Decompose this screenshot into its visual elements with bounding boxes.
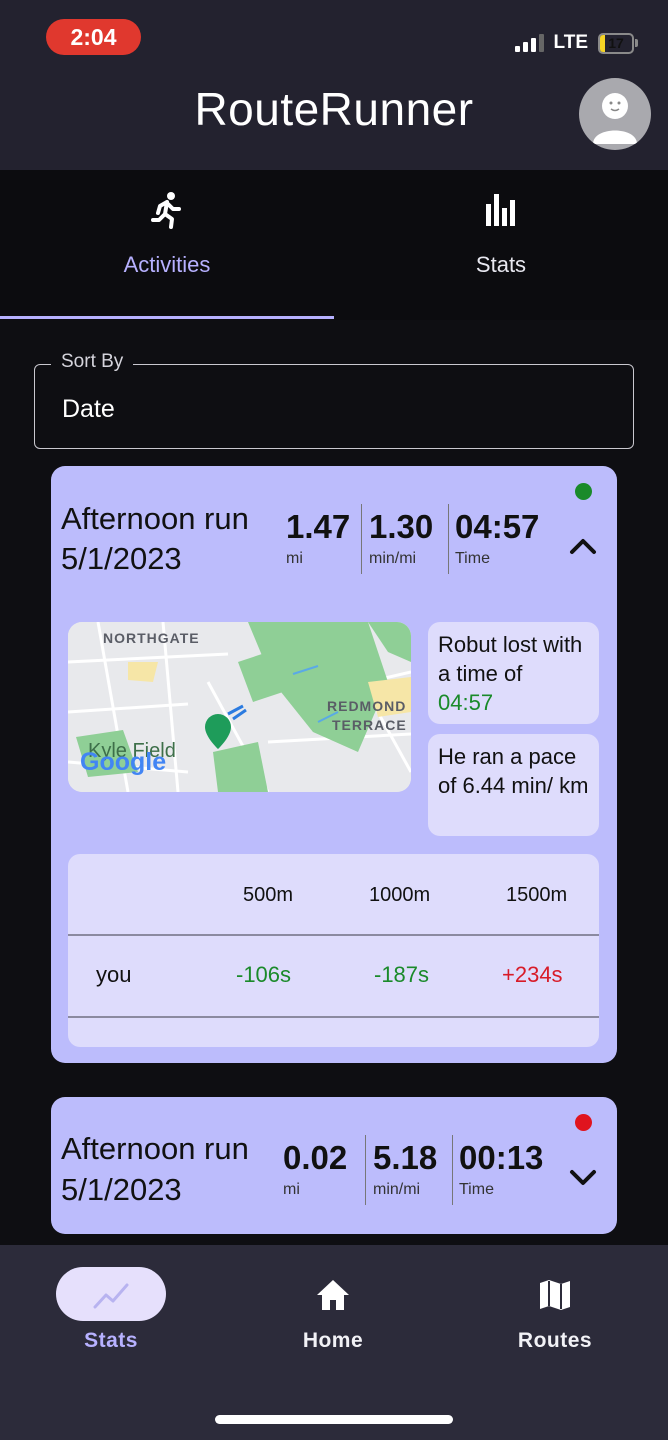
distance-value: 0.02	[283, 1139, 348, 1176]
tab-indicator	[0, 316, 334, 319]
battery-percent: 17	[608, 34, 624, 51]
home-indicator	[215, 1415, 453, 1424]
pace-unit: min/mi	[369, 550, 417, 567]
activity-title: Afternoon run	[61, 1131, 249, 1166]
result-text: Robut lost with a time of	[438, 632, 583, 686]
activity-date: 5/1/2023	[61, 1172, 182, 1207]
activity-title: Afternoon run	[61, 501, 249, 536]
activity-date: 5/1/2023	[61, 541, 182, 576]
split-row-label: you	[96, 962, 132, 987]
route-map[interactable]: NORTHGATE REDMOND TERRACE Kyle Field Goo…	[68, 622, 411, 792]
distance-value: 1.47	[286, 508, 351, 545]
split-header: 500m	[243, 884, 294, 906]
status-dot	[575, 483, 592, 500]
split-value: -106s	[236, 962, 292, 987]
pace-value: 5.18	[373, 1139, 438, 1176]
status-dot	[575, 1114, 592, 1131]
pace-metric: 5.18 min/mi	[373, 1139, 437, 1199]
split-value: -187s	[374, 962, 430, 987]
time-metric: 04:57 Time	[455, 508, 539, 568]
user-avatar-icon	[593, 93, 637, 144]
time-metric: 00:13 Time	[459, 1139, 543, 1199]
chevron-down-icon[interactable]	[568, 1167, 598, 1187]
split-header: 1500m	[506, 884, 568, 906]
running-person-icon	[151, 192, 181, 229]
app-root: 2:04 LTE 17 RouteRunner Activities Stats…	[0, 0, 668, 1440]
splits-table: 500m 1000m 1500m you -106s -187s +234s	[68, 854, 599, 1047]
nav-home[interactable]: Home	[222, 1245, 444, 1375]
pace-unit: min/mi	[373, 1181, 421, 1198]
google-logo: Google	[80, 748, 167, 776]
distance-unit: mi	[283, 1181, 300, 1198]
map-label-redmond: REDMOND	[327, 698, 407, 714]
tab-label-stats: Stats	[475, 252, 527, 277]
app-header: 2:04 LTE 17 RouteRunner	[0, 0, 668, 170]
battery-icon: 17	[598, 32, 638, 54]
trending-icon	[93, 1283, 129, 1309]
divider	[361, 504, 362, 574]
signal-icon	[514, 34, 544, 52]
status-indicators: LTE 17	[514, 30, 638, 56]
time-value: 00:13	[459, 1139, 544, 1176]
time-unit: Time	[455, 550, 490, 567]
table-divider	[68, 934, 599, 936]
distance-metric: 0.02 mi	[283, 1139, 347, 1199]
tab-activities[interactable]: Activities	[0, 170, 334, 320]
avatar[interactable]	[579, 78, 651, 150]
table-divider	[68, 1016, 599, 1018]
pace-bubble: He ran a pace of 6.44 min/ km	[428, 734, 599, 836]
tab-label-activities: Activities	[123, 252, 211, 277]
sort-value: Date	[62, 395, 115, 423]
activity-card[interactable]: Afternoon run 5/1/2023 1.47 mi 1.30 min/…	[51, 466, 617, 1063]
result-time: 04:57	[438, 690, 494, 715]
chevron-up-icon[interactable]	[568, 536, 598, 556]
pace-metric: 1.30 min/mi	[369, 508, 433, 568]
result-bubble: Robut lost with a time of 04:57	[428, 622, 599, 724]
activity-card[interactable]: Afternoon run 5/1/2023 0.02 mi 5.18 min/…	[51, 1097, 617, 1234]
split-header: 1000m	[369, 884, 431, 906]
sort-label: Sort By	[51, 351, 134, 373]
distance-unit: mi	[286, 550, 303, 567]
distance-metric: 1.47 mi	[286, 508, 350, 568]
app-title: RouteRunner	[194, 83, 474, 135]
divider	[365, 1135, 366, 1205]
sort-select[interactable]: Sort By Date	[34, 351, 634, 449]
tab-stats[interactable]: Stats	[334, 170, 668, 320]
map-label-northgate: NORTHGATE	[103, 630, 200, 646]
pace-value: 1.30	[369, 508, 434, 545]
map-icon	[540, 1280, 570, 1310]
map-label-terrace: TERRACE	[332, 717, 407, 733]
network-type: LTE	[553, 32, 588, 53]
nav-routes[interactable]: Routes	[444, 1245, 666, 1375]
time-unit: Time	[459, 1181, 494, 1198]
nav-label-stats: Stats	[84, 1329, 138, 1352]
status-time[interactable]: 2:04	[46, 19, 141, 55]
bar-chart-icon	[486, 194, 515, 226]
divider	[452, 1135, 453, 1205]
divider	[448, 504, 449, 574]
time-value: 04:57	[455, 508, 540, 545]
nav-label-home: Home	[302, 1329, 364, 1352]
split-value: +234s	[502, 962, 563, 987]
bottom-nav: Stats Home Routes	[0, 1245, 668, 1440]
nav-stats[interactable]: Stats	[0, 1245, 222, 1375]
nav-label-routes: Routes	[517, 1329, 593, 1352]
home-icon	[317, 1280, 349, 1310]
pace-text: He ran a pace of 6.44 min/ km	[438, 744, 589, 798]
tab-bar: Activities Stats	[0, 170, 668, 320]
